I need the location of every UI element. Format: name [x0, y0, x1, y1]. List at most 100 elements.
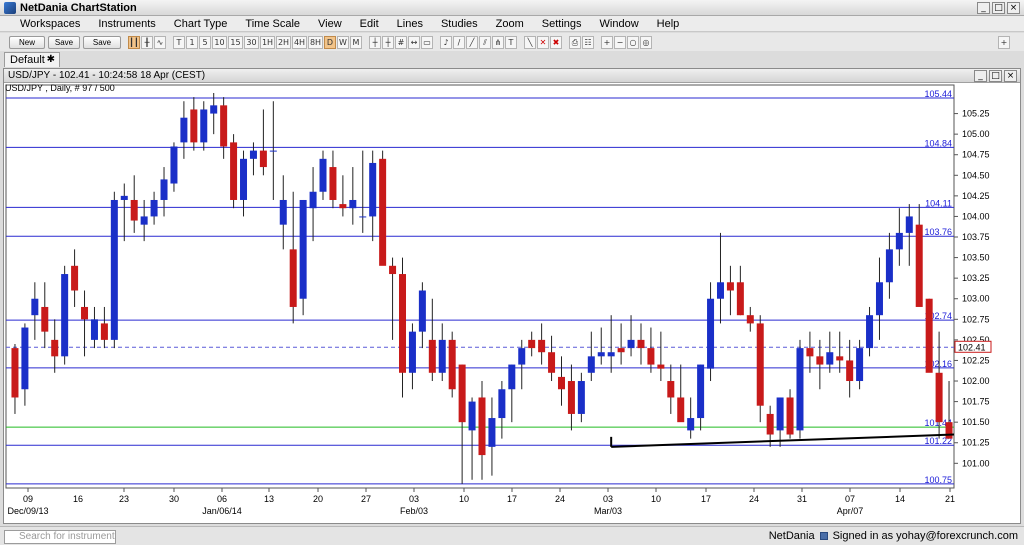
timeframe-1h-button[interactable]: 1H [260, 35, 275, 49]
candle-body [389, 265, 397, 275]
print-icon[interactable]: ⎙ [569, 35, 581, 49]
fib-icon[interactable]: ╱ [466, 35, 478, 49]
candle-body [557, 376, 565, 390]
minimize-icon[interactable]: _ [974, 70, 987, 82]
timeframe-w-button[interactable]: W [337, 35, 349, 49]
menu-window[interactable]: Window [591, 18, 648, 30]
scroll-icon[interactable]: ↔ [408, 35, 420, 49]
candle-body [110, 199, 118, 340]
candle-body [289, 249, 297, 307]
y-tick-label: 104.75 [962, 150, 990, 160]
candlestick-chart-icon[interactable]: ┃┃ [128, 35, 140, 49]
zoom-out-icon[interactable]: − [614, 35, 626, 49]
menu-time-scale[interactable]: Time Scale [236, 18, 309, 30]
cursor-line-icon[interactable]: ┼ [382, 35, 394, 49]
timeframe-m-button[interactable]: M [350, 35, 362, 49]
close-icon[interactable]: × [1004, 70, 1017, 82]
x-tick-label: 06 [217, 494, 227, 504]
candle-body [567, 381, 575, 414]
candle-body [150, 199, 158, 217]
candle-body [697, 364, 705, 419]
menu-edit[interactable]: Edit [351, 18, 388, 30]
text-tool-icon[interactable]: T [505, 35, 517, 49]
timeframe-5-button[interactable]: 5 [199, 35, 211, 49]
new-button[interactable]: New [9, 35, 45, 49]
candle-body [319, 158, 327, 192]
candle-body [249, 150, 257, 159]
candle-body [220, 105, 228, 147]
x-period-label: Feb/03 [400, 506, 428, 516]
channel-icon[interactable]: ⫽ [479, 35, 491, 49]
close-icon[interactable]: ✱ [47, 53, 55, 67]
bell-icon[interactable]: ♪ [440, 35, 452, 49]
crosshair-icon[interactable]: ┼ [369, 35, 381, 49]
page-icon[interactable]: ▭ [421, 35, 433, 49]
timeframe-15-button[interactable]: 15 [228, 35, 243, 49]
save-button[interactable]: Save [48, 35, 80, 49]
candle-body [687, 418, 695, 431]
candle-body [786, 397, 794, 435]
tab-default[interactable]: Default ✱ [4, 52, 60, 67]
zoom-reset-icon[interactable]: ○ [627, 35, 639, 49]
candle-body [329, 167, 337, 200]
candle-body [90, 319, 98, 340]
delete-icon[interactable]: ✕ [537, 35, 549, 49]
instrument-search-input[interactable]: Search for instrument [4, 530, 116, 544]
maximize-icon[interactable]: □ [992, 2, 1005, 14]
pitchfork-icon[interactable]: ⋔ [492, 35, 504, 49]
menu-lines[interactable]: Lines [388, 18, 432, 30]
menu-view[interactable]: View [309, 18, 351, 30]
properties-icon[interactable]: ☷ [582, 35, 594, 49]
x-tick-label: 13 [264, 494, 274, 504]
menu-help[interactable]: Help [648, 18, 689, 30]
menu-instruments[interactable]: Instruments [89, 18, 164, 30]
tab-label: Default [10, 54, 45, 66]
bar-chart-icon[interactable]: ╫ [141, 35, 153, 49]
menu-zoom[interactable]: Zoom [487, 18, 533, 30]
timeframe-t-button[interactable]: T [173, 35, 185, 49]
menu-chart-type[interactable]: Chart Type [165, 18, 237, 30]
timeframe-d-button[interactable]: D [324, 35, 336, 49]
timeframe-group: T 1 5 10 15 30 1H 2H 4H 8H D W M [172, 35, 362, 49]
grid-icon[interactable]: # [395, 35, 407, 49]
draw-line-icon[interactable]: ╲ [524, 35, 536, 49]
candle-body [359, 216, 367, 218]
timeframe-8h-button[interactable]: 8H [308, 35, 323, 49]
y-tick-label: 101.50 [962, 417, 990, 427]
y-tick-label: 103.50 [962, 253, 990, 263]
y-tick-label: 102.25 [962, 355, 990, 365]
close-icon[interactable]: × [1007, 2, 1020, 14]
menu-settings[interactable]: Settings [533, 18, 591, 30]
signed-in-label: Signed in as yohay@forexcrunch.com [832, 530, 1018, 542]
line-chart-icon[interactable]: ∿ [154, 35, 166, 49]
candle-body [418, 290, 426, 332]
brand-label: NetDania [768, 530, 815, 542]
status-bar: Search for instrument NetDania Signed in… [0, 526, 1024, 545]
x-tick-label: 10 [459, 494, 469, 504]
candle-body [468, 401, 476, 431]
y-tick-label: 103.75 [962, 232, 990, 242]
zoom-fit-icon[interactable]: ◎ [640, 35, 652, 49]
x-tick-label: 24 [555, 494, 565, 504]
candle-body [259, 150, 267, 168]
menu-studies[interactable]: Studies [432, 18, 487, 30]
menu-workspaces[interactable]: Workspaces [0, 18, 89, 30]
timeframe-30-button[interactable]: 30 [244, 35, 259, 49]
tab-bar: Default ✱ [0, 51, 1024, 67]
maximize-icon[interactable]: □ [989, 70, 1002, 82]
candle-body [617, 348, 625, 353]
timeframe-1-button[interactable]: 1 [186, 35, 198, 49]
chart-subheader: USD/JPY , Daily, # 97 / 500 [5, 83, 115, 93]
timeframe-4h-button[interactable]: 4H [292, 35, 307, 49]
timeframe-10-button[interactable]: 10 [212, 35, 227, 49]
save-as-button[interactable]: Save as.. [83, 35, 121, 58]
current-price-label: 102.41 [958, 342, 986, 352]
zoom-in-icon[interactable]: + [601, 35, 613, 49]
delete-all-icon[interactable]: ✖ [550, 35, 562, 49]
expand-toolbar-icon[interactable]: + [998, 35, 1010, 49]
candle-body [81, 306, 89, 320]
price-chart[interactable]: 101.00 101.25 101.50 101.75 102.00 102.25 102.… [4, 83, 1018, 523]
trend-line-icon[interactable]: / [453, 35, 465, 49]
minimize-icon[interactable]: _ [977, 2, 990, 14]
timeframe-2h-button[interactable]: 2H [276, 35, 291, 49]
